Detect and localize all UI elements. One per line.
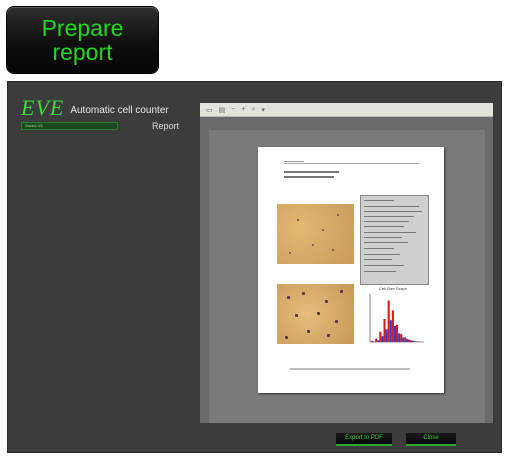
- app-name: Automatic cell counter: [70, 105, 169, 116]
- report-info-box: [360, 195, 429, 285]
- prepare-report-button[interactable]: Prepare report: [7, 7, 158, 73]
- sample-image-original: [277, 204, 354, 264]
- report-meta-line: [284, 171, 339, 173]
- chart-bar: [371, 340, 374, 342]
- save-icon[interactable]: ▭: [206, 106, 213, 114]
- chart-bar: [373, 341, 376, 342]
- viewer-toolbar: ▭ ▤ − + ⌕ ▾: [200, 103, 493, 117]
- chart-bar: [381, 336, 384, 342]
- chart-bar: [396, 324, 399, 342]
- chart-title: Cell Size Graph: [379, 286, 407, 291]
- close-button[interactable]: Close: [406, 433, 456, 446]
- chart-bar: [404, 337, 407, 342]
- chart-bar: [393, 325, 396, 342]
- report-logo: [284, 155, 304, 162]
- chart-bar: [391, 310, 394, 342]
- chart-bar: [414, 341, 417, 342]
- status-tag-label: Saved 0/1: [25, 123, 44, 128]
- eve-logo: EVE: [21, 95, 65, 120]
- export-pdf-button[interactable]: Export to PDF: [336, 433, 392, 446]
- fit-icon[interactable]: ▾: [261, 106, 265, 114]
- prepare-report-label: Prepare report: [41, 15, 124, 65]
- chart-bar: [389, 320, 392, 342]
- status-tag: Saved 0/1: [21, 122, 118, 130]
- chart-bar: [398, 333, 401, 342]
- chart-bar: [400, 333, 403, 342]
- sample-image-counted: [277, 284, 354, 344]
- zoom-in-icon[interactable]: +: [241, 106, 245, 113]
- report-meta-line: [284, 176, 334, 178]
- chart-bar: [416, 341, 419, 342]
- chart-bar: [377, 340, 380, 342]
- chart-bar: [385, 329, 388, 342]
- chart-bar: [408, 339, 411, 342]
- chart-bar: [412, 340, 415, 342]
- chart-bar: [375, 338, 378, 342]
- search-icon[interactable]: ⌕: [251, 106, 255, 114]
- action-buttons: Export to PDF Close: [336, 433, 456, 446]
- zoom-out-icon[interactable]: −: [231, 106, 235, 113]
- chart-bar: [387, 300, 390, 342]
- chart-bar: [406, 339, 409, 342]
- report-footer: [290, 368, 410, 370]
- report-header-rule: [284, 163, 419, 164]
- cell-size-graph: Cell Size Graph: [369, 286, 424, 343]
- report-page: Cell Size Graph: [258, 147, 444, 393]
- chart-bar: [379, 331, 382, 342]
- print-icon[interactable]: ▤: [219, 106, 226, 114]
- brand: EVE Automatic cell counter: [21, 93, 169, 119]
- chart-bar: [383, 319, 386, 342]
- section-title: Report: [152, 121, 180, 131]
- chart-bar: [402, 337, 405, 342]
- chart-bar: [410, 340, 413, 342]
